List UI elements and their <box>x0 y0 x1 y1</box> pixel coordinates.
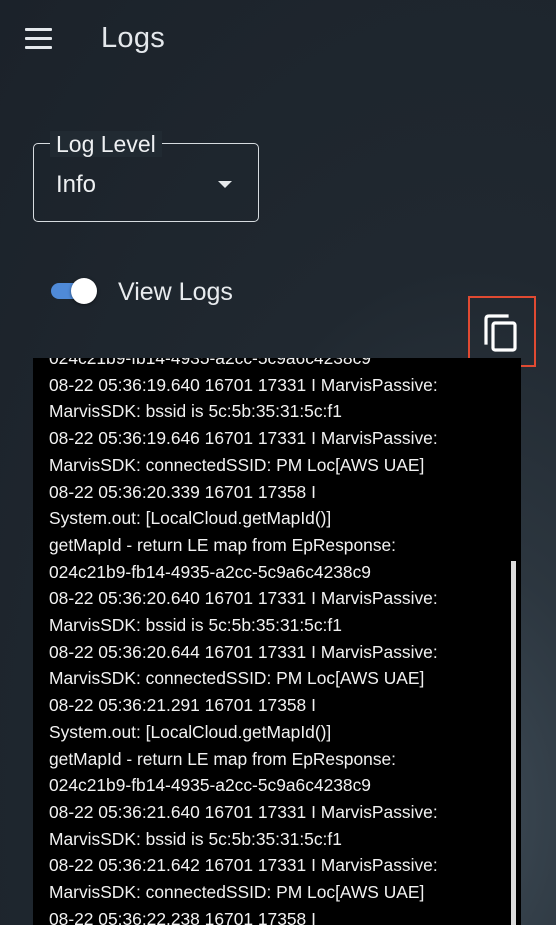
log-line: 08-22 05:36:21.642 16701 17331 I MarvisP… <box>49 855 438 876</box>
log-line: 08-22 05:36:21.640 16701 17331 I MarvisP… <box>49 801 438 822</box>
log-output[interactable]: 024c21b9-fb14-4935-a2cc-5c9a6c4238c9 08-2… <box>33 358 521 925</box>
view-logs-label: View Logs <box>118 278 233 306</box>
log-line: MarvisSDK: connectedSSID: PM Loc[AWS UAE… <box>49 668 425 689</box>
log-level-value: Info <box>56 171 97 198</box>
log-line: MarvisSDK: bssid is 5c:5b:35:31:5c:f1 <box>49 828 342 849</box>
log-text: 024c21b9-fb14-4935-a2cc-5c9a6c4238c9 08-2… <box>49 358 509 925</box>
log-line: MarvisSDK: connectedSSID: PM Loc[AWS UAE… <box>49 454 425 475</box>
caret-down-icon <box>218 181 232 188</box>
log-line: 08-22 05:36:20.640 16701 17331 I MarvisP… <box>49 588 438 609</box>
log-line: System.out: [LocalCloud.getMapId()] <box>49 721 332 742</box>
log-level-dropdown[interactable]: Log Level Info <box>33 131 259 222</box>
log-line: 08-22 05:36:22.238 16701 17358 I <box>49 908 316 925</box>
log-level-label: Log Level <box>50 131 162 157</box>
log-line: getMapId - return LE map from EpResponse… <box>49 534 397 555</box>
log-line: 08-22 05:36:20.339 16701 17358 I <box>49 481 316 502</box>
log-line: 024c21b9-fb14-4935-a2cc-5c9a6c4238c9 <box>49 358 371 368</box>
log-line: 08-22 05:36:20.644 16701 17331 I MarvisP… <box>49 641 438 662</box>
log-line: 024c21b9-fb14-4935-a2cc-5c9a6c4238c9 <box>49 775 371 796</box>
log-scrollbar[interactable] <box>511 561 516 925</box>
log-line: MarvisSDK: bssid is 5c:5b:35:31:5c:f1 <box>49 401 342 422</box>
page-title: Logs <box>101 22 166 54</box>
log-line: 08-22 05:36:19.646 16701 17331 I MarvisP… <box>49 428 438 449</box>
log-line: getMapId - return LE map from EpResponse… <box>49 748 397 769</box>
menu-icon[interactable] <box>25 28 53 50</box>
log-line: 08-22 05:36:19.640 16701 17331 I MarvisP… <box>49 374 438 395</box>
log-line: MarvisSDK: connectedSSID: PM Loc[AWS UAE… <box>49 882 425 903</box>
log-line: 024c21b9-fb14-4935-a2cc-5c9a6c4238c9 <box>49 561 371 582</box>
app-bar: Logs <box>0 0 556 82</box>
log-line: MarvisSDK: bssid is 5c:5b:35:31:5c:f1 <box>49 615 342 636</box>
log-line: 08-22 05:36:21.291 16701 17358 I <box>49 695 316 716</box>
toggle-knob <box>71 278 97 304</box>
copy-icon[interactable] <box>483 313 519 353</box>
view-logs-toggle[interactable] <box>51 278 97 304</box>
log-line: System.out: [LocalCloud.getMapId()] <box>49 508 332 529</box>
